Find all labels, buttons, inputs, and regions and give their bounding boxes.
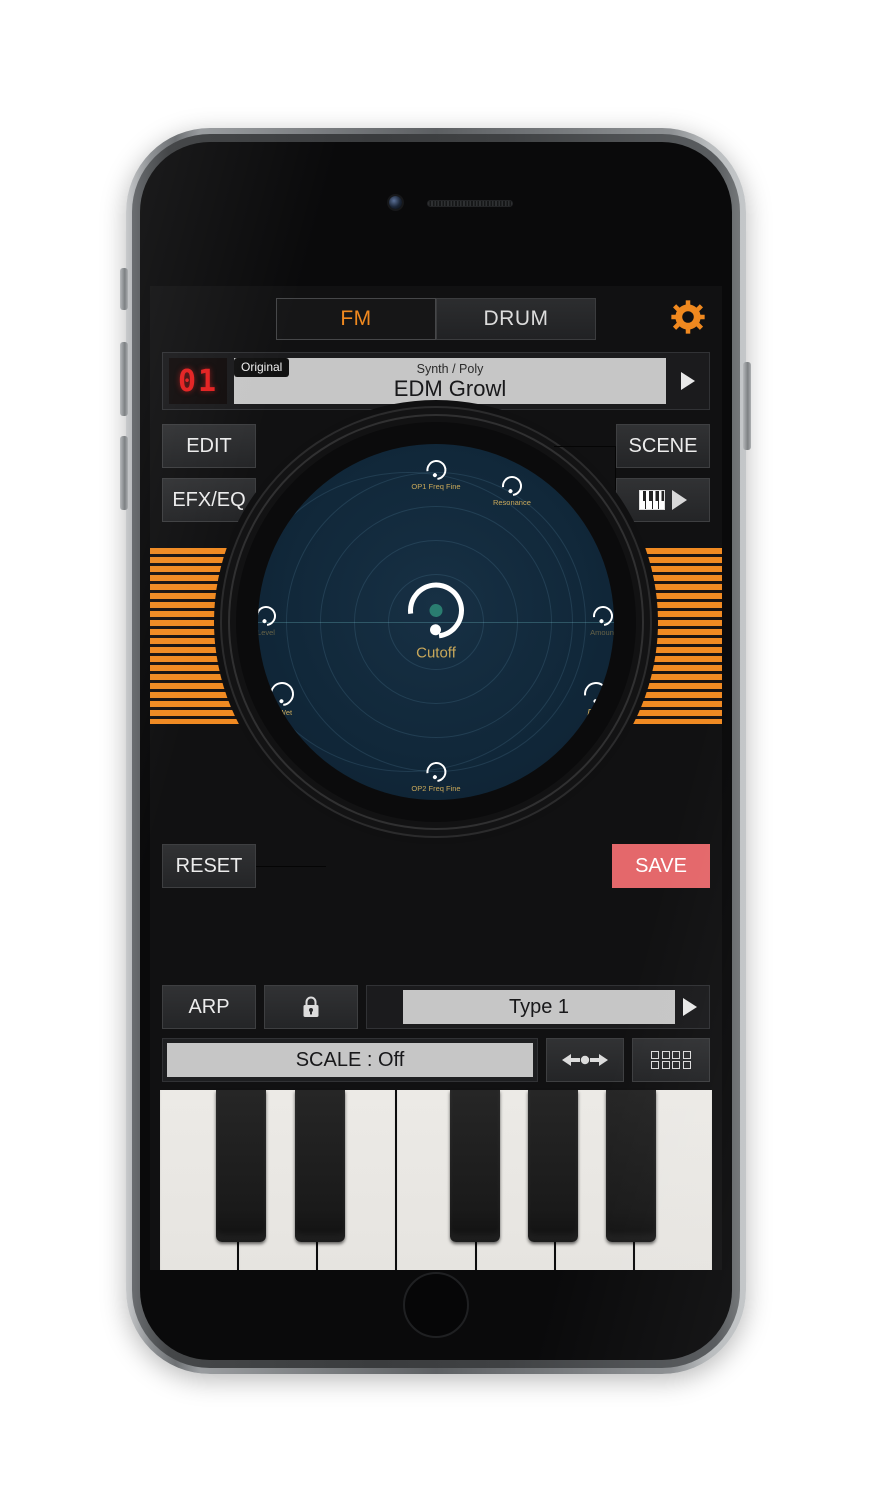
piano-keyboard[interactable]: C3	[160, 1090, 712, 1270]
triangle-right-icon	[681, 372, 695, 390]
pad-grid-icon	[651, 1050, 691, 1070]
arp-lock-button[interactable]	[264, 985, 358, 1029]
arp-type-selector[interactable]: Type 1	[366, 985, 710, 1029]
play-triangle-icon	[672, 490, 687, 510]
black-key-a3-sharp[interactable]	[606, 1090, 656, 1242]
knob-label: Amount	[590, 628, 614, 637]
tab-fm-label: FM	[340, 307, 372, 330]
knob-arc-icon	[421, 455, 451, 485]
efx-eq-button-label: EFX/EQ	[172, 488, 246, 511]
knob-handle-dot	[427, 622, 444, 638]
preset-bar: 01 Original Synth / Poly EDM Growl	[162, 352, 710, 410]
preset-category: Synth / Poly	[416, 361, 484, 376]
gear-icon[interactable]	[670, 299, 706, 335]
knob-amount[interactable]: Amount	[589, 601, 614, 637]
save-button[interactable]: SAVE	[612, 844, 710, 888]
knob-label: OP1 Freq Fine	[411, 482, 461, 491]
phone-volume-down-button[interactable]	[120, 436, 128, 510]
scale-value: SCALE : Off	[167, 1043, 533, 1077]
tab-fm[interactable]: FM	[276, 298, 436, 340]
screenshot-root: FM DRUM 01 Original Synth / Poly EDM Gro…	[0, 0, 871, 1500]
top-tab-bar: FM DRUM	[150, 286, 722, 348]
arp-button-label: ARP	[188, 995, 230, 1018]
knob-label: Cutoff	[416, 644, 456, 662]
knob-arc-icon	[265, 677, 299, 711]
earpiece-speaker-icon	[427, 200, 514, 207]
save-button-label: SAVE	[635, 854, 687, 877]
preset-name: EDM Growl	[393, 375, 507, 401]
home-button[interactable]	[403, 1272, 469, 1338]
knob-v-wet[interactable]: V/Wet	[265, 677, 299, 717]
black-key-f3-sharp[interactable]	[450, 1090, 500, 1242]
black-key-c3-sharp[interactable]	[216, 1090, 266, 1242]
preset-display[interactable]: Original Synth / Poly EDM Growl	[234, 358, 666, 404]
phone-volume-up-button[interactable]	[120, 342, 128, 416]
knob-label: Resonance	[492, 498, 531, 507]
knob-label: Level	[258, 628, 275, 637]
arp-type-next-button[interactable]	[675, 998, 705, 1016]
scale-selector[interactable]: SCALE : Off	[162, 1038, 538, 1082]
knob-label: PL1	[587, 708, 605, 719]
knob-arc-icon	[497, 471, 526, 501]
knob-label: V/Wet	[271, 708, 293, 717]
knob-value-dot	[426, 601, 446, 620]
dial-inner-surface[interactable]: Cutoff OP1 Freq Fine Resonance PL1 OP2 F…	[258, 444, 614, 800]
phone-power-button[interactable]	[743, 362, 751, 450]
tab-drum[interactable]: DRUM	[436, 298, 596, 340]
pad-grid-button[interactable]	[632, 1038, 710, 1082]
arp-type-value: Type 1	[403, 990, 675, 1024]
keyboard-play-button[interactable]	[616, 478, 710, 522]
synth-app: FM DRUM 01 Original Synth / Poly EDM Gro…	[150, 286, 722, 1270]
scale-row: SCALE : Off	[162, 1038, 710, 1082]
lock-icon	[303, 996, 319, 1017]
scene-button[interactable]: SCENE	[616, 424, 710, 468]
front-camera-icon	[388, 196, 402, 209]
phone-mute-switch[interactable]	[120, 268, 128, 310]
pitch-bend-button[interactable]	[546, 1038, 624, 1082]
phone-screen: FM DRUM 01 Original Synth / Poly EDM Gro…	[140, 142, 732, 1360]
black-key-g3-sharp[interactable]	[528, 1090, 578, 1242]
knob-pl1[interactable]: PL1	[579, 677, 613, 719]
bottom-control-rows: ARP Type 1 SCALE: Off	[150, 985, 722, 1082]
preset-origin-badge: Original	[234, 358, 290, 377]
knob-op2-freq-fine[interactable]: OP2 Freq Fine	[411, 757, 461, 793]
black-key-d3-sharp[interactable]	[295, 1090, 345, 1242]
tab-drum-label: DRUM	[483, 307, 549, 330]
knob-arc-icon	[589, 601, 614, 631]
pitch-bend-icon	[560, 1050, 610, 1070]
arp-button[interactable]: ARP	[162, 985, 256, 1029]
edit-button-label: EDIT	[186, 434, 232, 457]
edit-button[interactable]: EDIT	[162, 424, 256, 468]
scene-button-label: SCENE	[628, 434, 698, 457]
reset-button[interactable]: RESET	[162, 844, 256, 888]
knob-arc-icon	[396, 571, 476, 650]
triangle-right-icon	[683, 998, 697, 1016]
arp-row: ARP Type 1	[162, 985, 710, 1029]
dial-work-area: Cutoff OP1 Freq Fine Resonance PL1 OP2 F…	[150, 416, 722, 976]
preset-next-button[interactable]	[673, 372, 703, 390]
efx-eq-button[interactable]: EFX/EQ	[162, 478, 256, 522]
knob-level[interactable]: Level	[258, 601, 281, 637]
knob-label: OP2 Freq Fine	[411, 784, 461, 793]
mini-keyboard-icon	[639, 490, 665, 510]
phone-body: FM DRUM 01 Original Synth / Poly EDM Gro…	[126, 128, 746, 1374]
knob-arc-icon	[579, 677, 613, 711]
knob-cutoff[interactable]: Cutoff	[396, 571, 476, 662]
knob-resonance[interactable]: Resonance	[492, 471, 531, 507]
knob-op1-freq-fine[interactable]: OP1 Freq Fine	[411, 455, 461, 491]
knob-arc-icon	[421, 757, 451, 787]
preset-number-display: 01	[169, 358, 227, 404]
reset-button-label: RESET	[175, 854, 243, 877]
